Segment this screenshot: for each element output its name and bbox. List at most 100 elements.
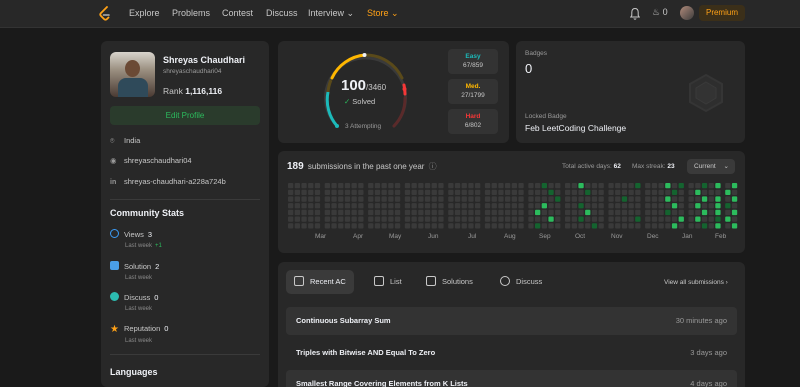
heatmap-cell[interactable] [411, 189, 417, 195]
heatmap-cell[interactable] [308, 209, 314, 216]
submission-row[interactable]: Triples with Bitwise AND Equal To Zero 3… [286, 339, 737, 367]
heatmap-cell[interactable] [314, 216, 321, 222]
heatmap-cell[interactable] [394, 216, 401, 222]
heatmap-cell[interactable] [431, 183, 437, 189]
heatmap-cell[interactable] [555, 203, 561, 209]
heatmap-cell[interactable] [381, 223, 387, 229]
heatmap-cell[interactable] [424, 216, 431, 222]
heatmap-cell[interactable] [725, 223, 731, 229]
heatmap-cell[interactable] [468, 183, 474, 189]
heatmap-cell[interactable] [431, 203, 437, 209]
heatmap-cell[interactable] [598, 216, 604, 222]
heatmap-cell[interactable] [331, 223, 337, 229]
heatmap-cell[interactable] [585, 183, 591, 189]
heatmap-cell[interactable] [541, 196, 547, 202]
heatmap-cell[interactable] [388, 209, 394, 216]
heatmap-cell[interactable] [518, 183, 524, 189]
heatmap-cell[interactable] [394, 209, 401, 216]
heatmap-cell[interactable] [511, 203, 517, 209]
heatmap-cell[interactable] [555, 189, 561, 195]
heatmap-cell[interactable] [331, 189, 337, 195]
heatmap-cell[interactable] [555, 209, 561, 216]
heatmap-cell[interactable] [701, 209, 708, 216]
heatmap-cell[interactable] [351, 216, 357, 222]
heatmap-cell[interactable] [518, 189, 524, 195]
heatmap-cell[interactable] [688, 196, 694, 202]
heatmap-cell[interactable] [344, 216, 351, 222]
heatmap-cell[interactable] [331, 216, 337, 222]
heatmap-cell[interactable] [591, 216, 598, 222]
heatmap-cell[interactable] [288, 203, 294, 209]
heatmap-cell[interactable] [571, 189, 577, 195]
heatmap-cell[interactable] [565, 203, 571, 209]
bell-icon[interactable] [630, 7, 640, 21]
heatmap-cell[interactable] [731, 183, 738, 189]
heatmap-cell[interactable] [678, 203, 684, 209]
heatmap-cell[interactable] [555, 223, 561, 229]
heatmap-cell[interactable] [651, 196, 658, 202]
heatmap-cell[interactable] [505, 209, 511, 216]
heatmap-cell[interactable] [565, 209, 571, 216]
heatmap-cell[interactable] [461, 223, 467, 229]
heatmap-cell[interactable] [635, 223, 641, 229]
heatmap-cell[interactable] [438, 183, 444, 189]
heatmap-cell[interactable] [374, 196, 381, 202]
heatmap-cell[interactable] [708, 223, 714, 229]
heatmap-cell[interactable] [535, 203, 541, 209]
heatmap-cell[interactable] [701, 196, 708, 202]
heatmap-cell[interactable] [598, 223, 604, 229]
heatmap-cell[interactable] [628, 183, 634, 189]
heatmap-cell[interactable] [541, 209, 547, 216]
heatmap-cell[interactable] [658, 209, 664, 216]
heatmap-cell[interactable] [651, 216, 658, 222]
heatmap-cell[interactable] [725, 183, 731, 189]
heatmap-cell[interactable] [301, 209, 307, 216]
heatmap-cell[interactable] [454, 216, 461, 222]
heatmap-cell[interactable] [308, 189, 314, 195]
heatmap-cell[interactable] [404, 223, 411, 229]
heatmap-cell[interactable] [511, 216, 517, 222]
heatmap-cell[interactable] [598, 203, 604, 209]
heatmap-cell[interactable] [591, 223, 598, 229]
heatmap-cell[interactable] [418, 189, 424, 195]
heatmap-cell[interactable] [498, 209, 504, 216]
heatmap-cell[interactable] [351, 209, 357, 216]
avatar[interactable] [680, 6, 694, 20]
heatmap-cell[interactable] [484, 196, 491, 202]
heatmap-cell[interactable] [608, 223, 614, 229]
heatmap-cell[interactable] [591, 203, 598, 209]
heatmap-cell[interactable] [615, 216, 621, 222]
heatmap-cell[interactable] [491, 209, 497, 216]
heatmap-cell[interactable] [678, 209, 684, 216]
heatmap-cell[interactable] [468, 223, 474, 229]
heatmap-cell[interactable] [475, 209, 481, 216]
heatmap-cell[interactable] [725, 209, 731, 216]
heatmap-cell[interactable] [418, 183, 424, 189]
heatmap-cell[interactable] [324, 196, 330, 202]
heatmap-cell[interactable] [578, 189, 584, 195]
heatmap-cell[interactable] [505, 223, 511, 229]
heatmap-cell[interactable] [565, 196, 571, 202]
heatmap-cell[interactable] [528, 189, 534, 195]
heatmap-cell[interactable] [491, 216, 497, 222]
heatmap-cell[interactable] [621, 183, 628, 189]
heatmap-cell[interactable] [404, 203, 411, 209]
heatmap-cell[interactable] [635, 189, 641, 195]
heatmap-cell[interactable] [338, 189, 344, 195]
heatmap-cell[interactable] [438, 223, 444, 229]
heatmap-cell[interactable] [388, 183, 394, 189]
heatmap-cell[interactable] [498, 223, 504, 229]
heatmap-cell[interactable] [678, 183, 684, 189]
heatmap-cell[interactable] [358, 216, 364, 222]
heatmap-cell[interactable] [324, 189, 330, 195]
linkedin-row[interactable]: in shreyas-chaudhari-a228a724b [110, 177, 226, 186]
heatmap-cell[interactable] [548, 196, 554, 202]
heatmap-cell[interactable] [598, 189, 604, 195]
heatmap-cell[interactable] [454, 203, 461, 209]
heatmap-cell[interactable] [308, 216, 314, 222]
heatmap-cell[interactable] [424, 209, 431, 216]
heatmap-cell[interactable] [565, 189, 571, 195]
heatmap-cell[interactable] [314, 209, 321, 216]
heatmap-cell[interactable] [301, 216, 307, 222]
locked-badge-icon[interactable] [686, 73, 726, 113]
